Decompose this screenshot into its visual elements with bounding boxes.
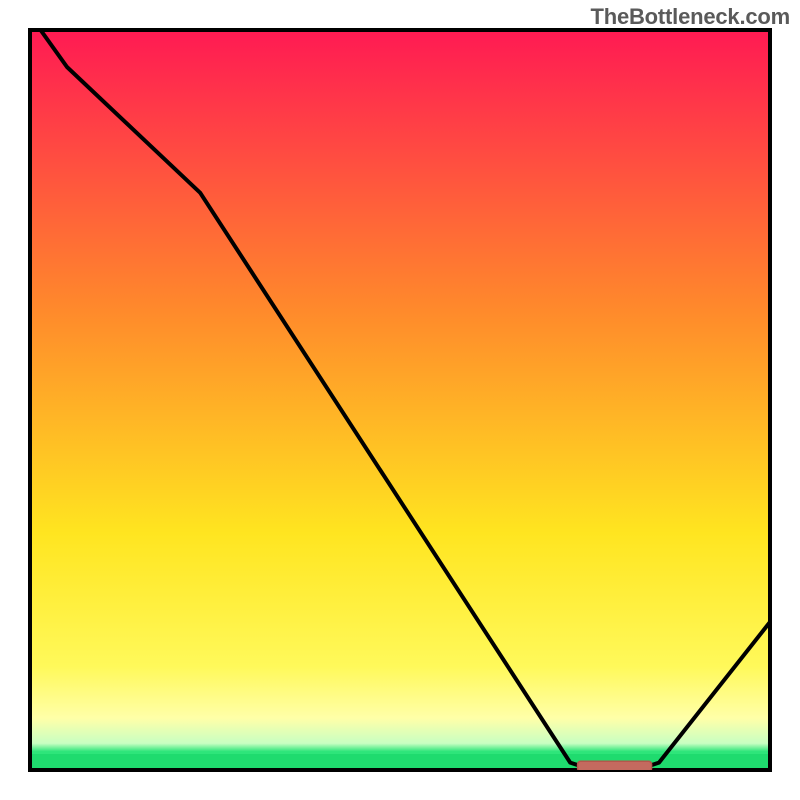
optimum-marker: [578, 761, 652, 771]
chart-canvas: [0, 0, 800, 800]
chart-frame: TheBottleneck.com: [0, 0, 800, 800]
gradient-background: [30, 30, 770, 770]
watermark-text: TheBottleneck.com: [590, 4, 790, 30]
